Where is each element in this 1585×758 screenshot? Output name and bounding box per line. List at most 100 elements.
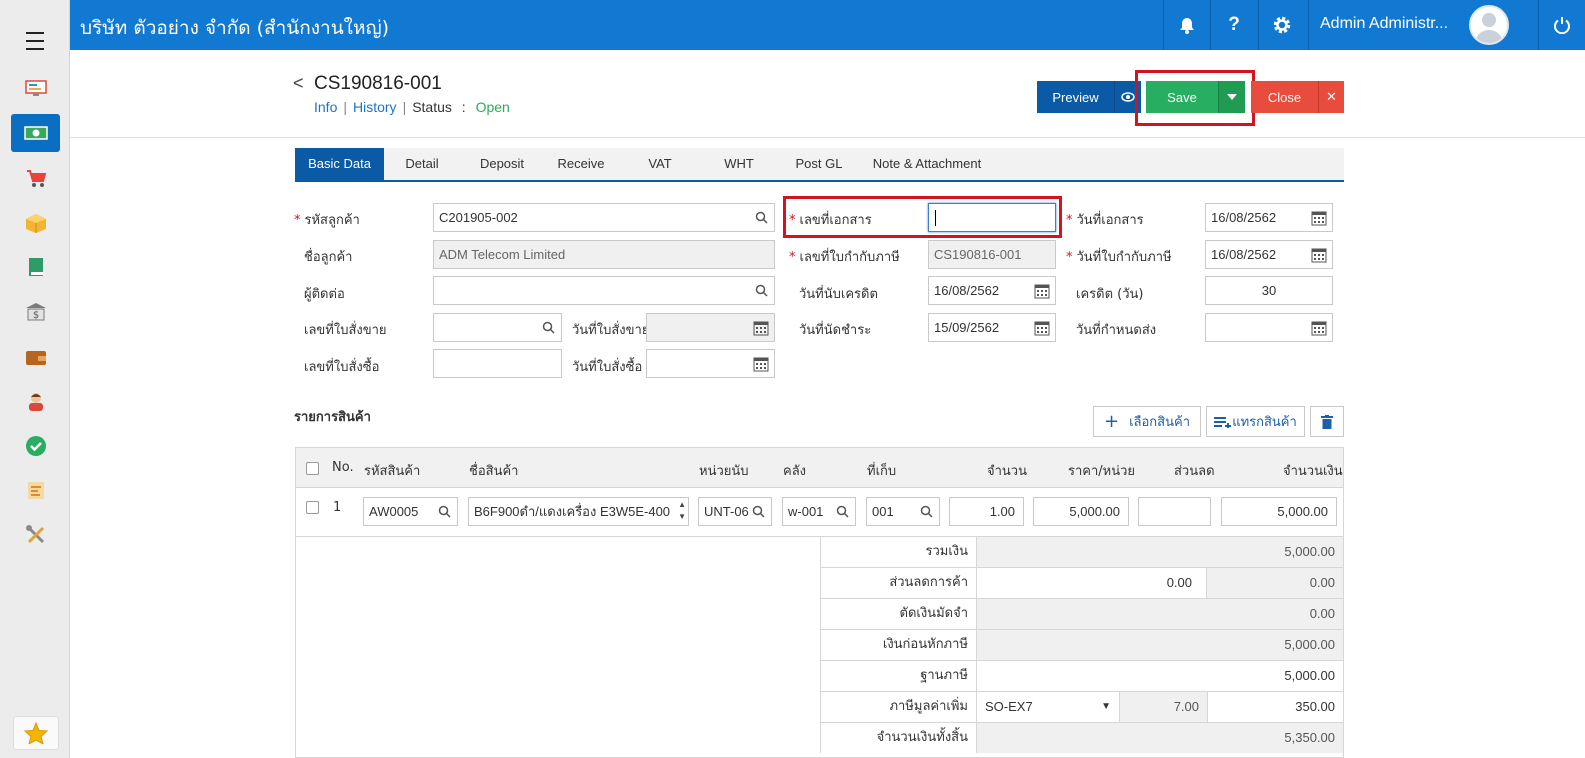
trade-discount-field[interactable]: 0.00 [977,568,1207,598]
search-icon[interactable] [438,505,451,518]
select-product-button[interactable]: + เลือกสินค้า [1093,406,1201,437]
user-menu[interactable]: Admin Administr... [1308,0,1538,50]
tab-wht[interactable]: WHT [704,148,774,180]
tab-detail[interactable]: Detail [388,148,456,180]
discount-field[interactable] [1138,497,1211,526]
due-date-field[interactable]: 15/09/2562 [928,313,1056,342]
before-tax-value: 5,000.00 [977,630,1343,660]
bell-icon[interactable] [1163,0,1210,50]
summary-row: เงินก่อนหักภาษี 5,000.00 [820,630,1343,661]
tab-note-attachment[interactable]: Note & Attachment [867,148,987,180]
row-checkbox[interactable] [306,501,319,514]
subtotal-label: รวมเงิน [820,537,977,567]
calendar-icon[interactable] [1311,247,1327,263]
sales-order-no-field[interactable] [433,313,562,342]
calendar-icon[interactable] [753,320,769,336]
credit-start-field[interactable]: 16/08/2562 [928,276,1056,305]
search-icon[interactable] [836,505,849,518]
customer-code-field[interactable]: C201905-002 [433,203,775,232]
location-field[interactable]: 001 [866,497,940,526]
tab-receive[interactable]: Receive [546,148,616,180]
tax-invoice-date-field[interactable]: 16/08/2562 [1205,240,1333,269]
tools-icon[interactable] [11,516,60,554]
purchase-order-date-label: วันที่ใบสั่งซื้อ [572,360,643,375]
avatar [1469,5,1509,45]
close-icon[interactable]: ✕ [1318,81,1344,113]
insert-list-icon [1214,416,1232,428]
tax-base-value: 5,000.00 [977,661,1343,691]
cart-icon[interactable] [11,159,60,197]
doc-date-label: * วันที่เอกสาร [1066,213,1144,228]
power-icon[interactable] [1538,0,1585,50]
doc-date-field[interactable]: 16/08/2562 [1205,203,1333,232]
tab-deposit[interactable]: Deposit [467,148,537,180]
summary-row: จำนวนเงินทั้งสิ้น 5,350.00 [820,723,1343,754]
info-link[interactable]: Info [314,99,337,115]
tab-post-gl[interactable]: Post GL [784,148,854,180]
search-icon[interactable] [542,321,555,334]
product-code-field[interactable]: AW0005 [363,497,458,526]
tax-base-label: ฐานภาษี [820,661,977,691]
status-separator: : [461,99,466,115]
calendar-icon[interactable] [1034,320,1050,336]
unit-field[interactable]: UNT-06 [698,497,772,526]
book-icon[interactable] [11,248,60,286]
box-icon[interactable] [11,204,60,242]
report-icon[interactable] [11,471,60,509]
star-icon[interactable] [13,716,59,750]
help-icon[interactable]: ? [1210,0,1257,50]
sales-order-date-field [646,313,775,342]
money-icon[interactable] [11,114,60,152]
tab-vat[interactable]: VAT [625,148,695,180]
spinner-icon[interactable]: ▲ ▼ [678,499,686,523]
delivery-date-label: วันที่กำหนดส่ง [1076,323,1157,338]
col-name: ชื่อสินค้า [469,464,519,479]
product-name-field[interactable]: B6F900ดำ/แดงเครื่อง E3W5E-400 ▲ ▼ [468,497,689,526]
sales-order-date-label: วันที่ใบสั่งขาย [572,323,650,338]
search-icon[interactable] [920,505,933,518]
contact-field[interactable] [433,276,775,305]
summary-row: ตัดเงินมัดจำ 0.00 [820,599,1343,630]
tab-basic-data[interactable]: Basic Data [295,148,384,180]
search-icon[interactable] [755,284,768,297]
gear-icon[interactable] [1258,0,1305,50]
monitor-icon[interactable] [11,69,60,107]
col-amount: จำนวนเงิน [1283,464,1343,479]
vat-code-select[interactable]: SO-EX7 ▼ [977,692,1120,722]
calendar-icon[interactable] [1311,210,1327,226]
grand-total-value: 5,350.00 [977,723,1343,753]
bank-icon[interactable]: $ [11,293,60,331]
calendar-icon[interactable] [753,356,769,372]
qty-field[interactable]: 1.00 [949,497,1024,526]
calendar-icon[interactable] [1311,320,1327,336]
insert-product-button[interactable]: แทรกสินค้า [1206,406,1305,437]
check-icon[interactable] [11,427,60,465]
calendar-icon[interactable] [1034,283,1050,299]
credit-days-field[interactable]: 30 [1205,276,1333,305]
page-title: CS190816-001 [314,73,442,94]
plus-icon: + [1104,411,1120,432]
before-tax-label: เงินก่อนหักภาษี [820,630,977,660]
purchase-order-no-field[interactable] [433,349,562,378]
close-button[interactable]: Close [1251,81,1318,113]
grand-total-label: จำนวนเงินทั้งสิ้น [820,723,977,753]
contact-label: ผู้ติดต่อ [304,287,345,302]
select-all-checkbox[interactable] [306,462,319,475]
warehouse-field[interactable]: w-001 [782,497,856,526]
amount-field[interactable]: 5,000.00 [1221,497,1337,526]
trash-icon[interactable] [1310,406,1344,437]
wallet-icon[interactable] [11,338,60,376]
delivery-date-field[interactable] [1205,313,1333,342]
separator: | [402,99,407,115]
search-icon[interactable] [752,505,765,518]
search-icon[interactable] [755,211,768,224]
doc-no-field[interactable] [928,203,1056,232]
person-icon[interactable] [11,382,60,420]
price-field[interactable]: 5,000.00 [1033,497,1129,526]
preview-button[interactable]: Preview [1037,81,1114,113]
purchase-order-date-field[interactable] [646,349,775,378]
due-date-label: วันที่นัดชำระ [799,323,872,338]
credit-start-label: วันที่นับเครดิต [799,287,878,302]
back-icon[interactable]: < [293,73,304,94]
history-link[interactable]: History [353,99,397,115]
